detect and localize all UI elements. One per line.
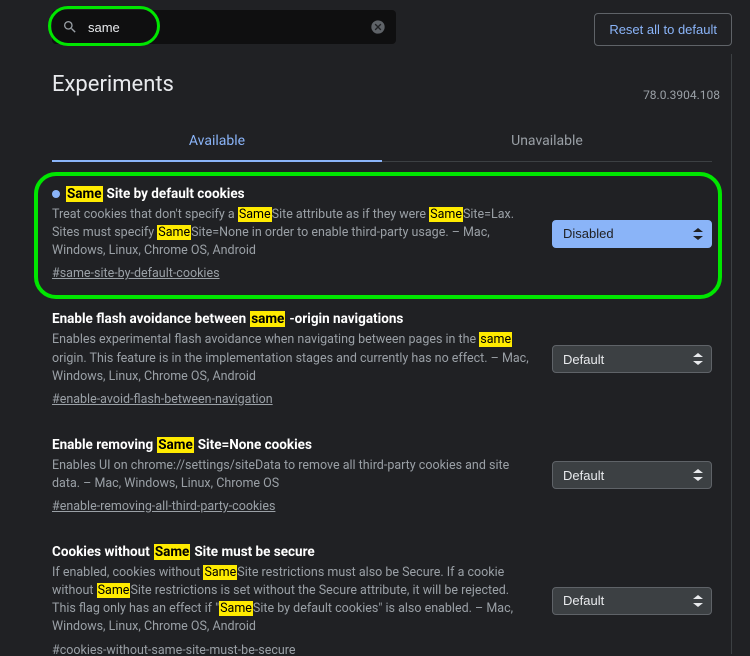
clear-search-icon[interactable] <box>370 19 386 35</box>
flag-item: Cookies without SameSite must be secure I… <box>52 528 712 654</box>
search-highlight: same <box>250 311 285 327</box>
flag-title: Enable removing SameSite=None cookies <box>52 437 534 453</box>
search-highlight: Same <box>203 565 237 580</box>
reset-all-button[interactable]: Reset all to default <box>594 13 732 46</box>
search-highlight: Same <box>238 207 272 222</box>
tab-unavailable[interactable]: Unavailable <box>382 121 712 161</box>
search-highlight: Same <box>154 544 191 560</box>
flag-description: Enables UI on chrome://settings/siteData… <box>52 457 534 493</box>
search-highlight: Same <box>66 186 103 202</box>
modified-dot-icon <box>52 190 60 198</box>
search-highlight: Same <box>157 225 191 240</box>
search-highlight: same <box>479 332 512 347</box>
flag-permalink[interactable]: #enable-removing-all-third-party-cookies <box>52 499 275 514</box>
flag-state-select[interactable]: DefaultEnabledDisabled <box>552 220 712 248</box>
search-highlight: Same <box>157 437 194 453</box>
search-highlight: Same <box>429 207 463 222</box>
flag-description: If enabled, cookies without SameSite res… <box>52 564 534 637</box>
flag-list: SameSite by default cookies Treat cookies… <box>52 170 712 654</box>
version-label: 78.0.3904.108 <box>643 88 720 102</box>
flag-title: Cookies without SameSite must be secure <box>52 544 534 560</box>
search-box[interactable] <box>52 10 396 44</box>
search-container <box>52 10 400 48</box>
tabs: Available Unavailable <box>52 121 712 162</box>
page-title: Experiments <box>52 72 730 97</box>
search-highlight: Same <box>97 583 131 598</box>
flag-title: SameSite by default cookies <box>52 186 534 202</box>
flag-item: Enable flash avoidance between same-orig… <box>52 295 712 420</box>
flag-state-select[interactable]: DefaultEnabledDisabled <box>552 345 712 373</box>
divider <box>731 54 732 654</box>
flag-state-select[interactable]: DefaultEnabledDisabled <box>552 587 712 615</box>
search-input[interactable] <box>88 20 370 35</box>
flag-title: Enable flash avoidance between same-orig… <box>52 311 534 327</box>
search-icon <box>62 19 78 35</box>
flag-permalink[interactable]: #enable-avoid-flash-between-navigation <box>52 392 273 407</box>
flag-permalink[interactable]: #same-site-by-default-cookies <box>52 266 220 281</box>
flag-permalink[interactable]: #cookies-without-same-site-must-be-secur… <box>52 643 296 655</box>
flag-description: Enables experimental flash avoidance whe… <box>52 331 534 385</box>
flag-item: SameSite by default cookies Treat cookies… <box>52 170 712 295</box>
flag-state-select[interactable]: DefaultEnabledDisabled <box>552 461 712 489</box>
flag-item: Enable removing SameSite=None cookies Ena… <box>52 421 712 528</box>
flag-description: Treat cookies that don't specify a SameS… <box>52 206 534 260</box>
tab-available[interactable]: Available <box>52 121 382 161</box>
search-highlight: Same <box>219 601 253 616</box>
